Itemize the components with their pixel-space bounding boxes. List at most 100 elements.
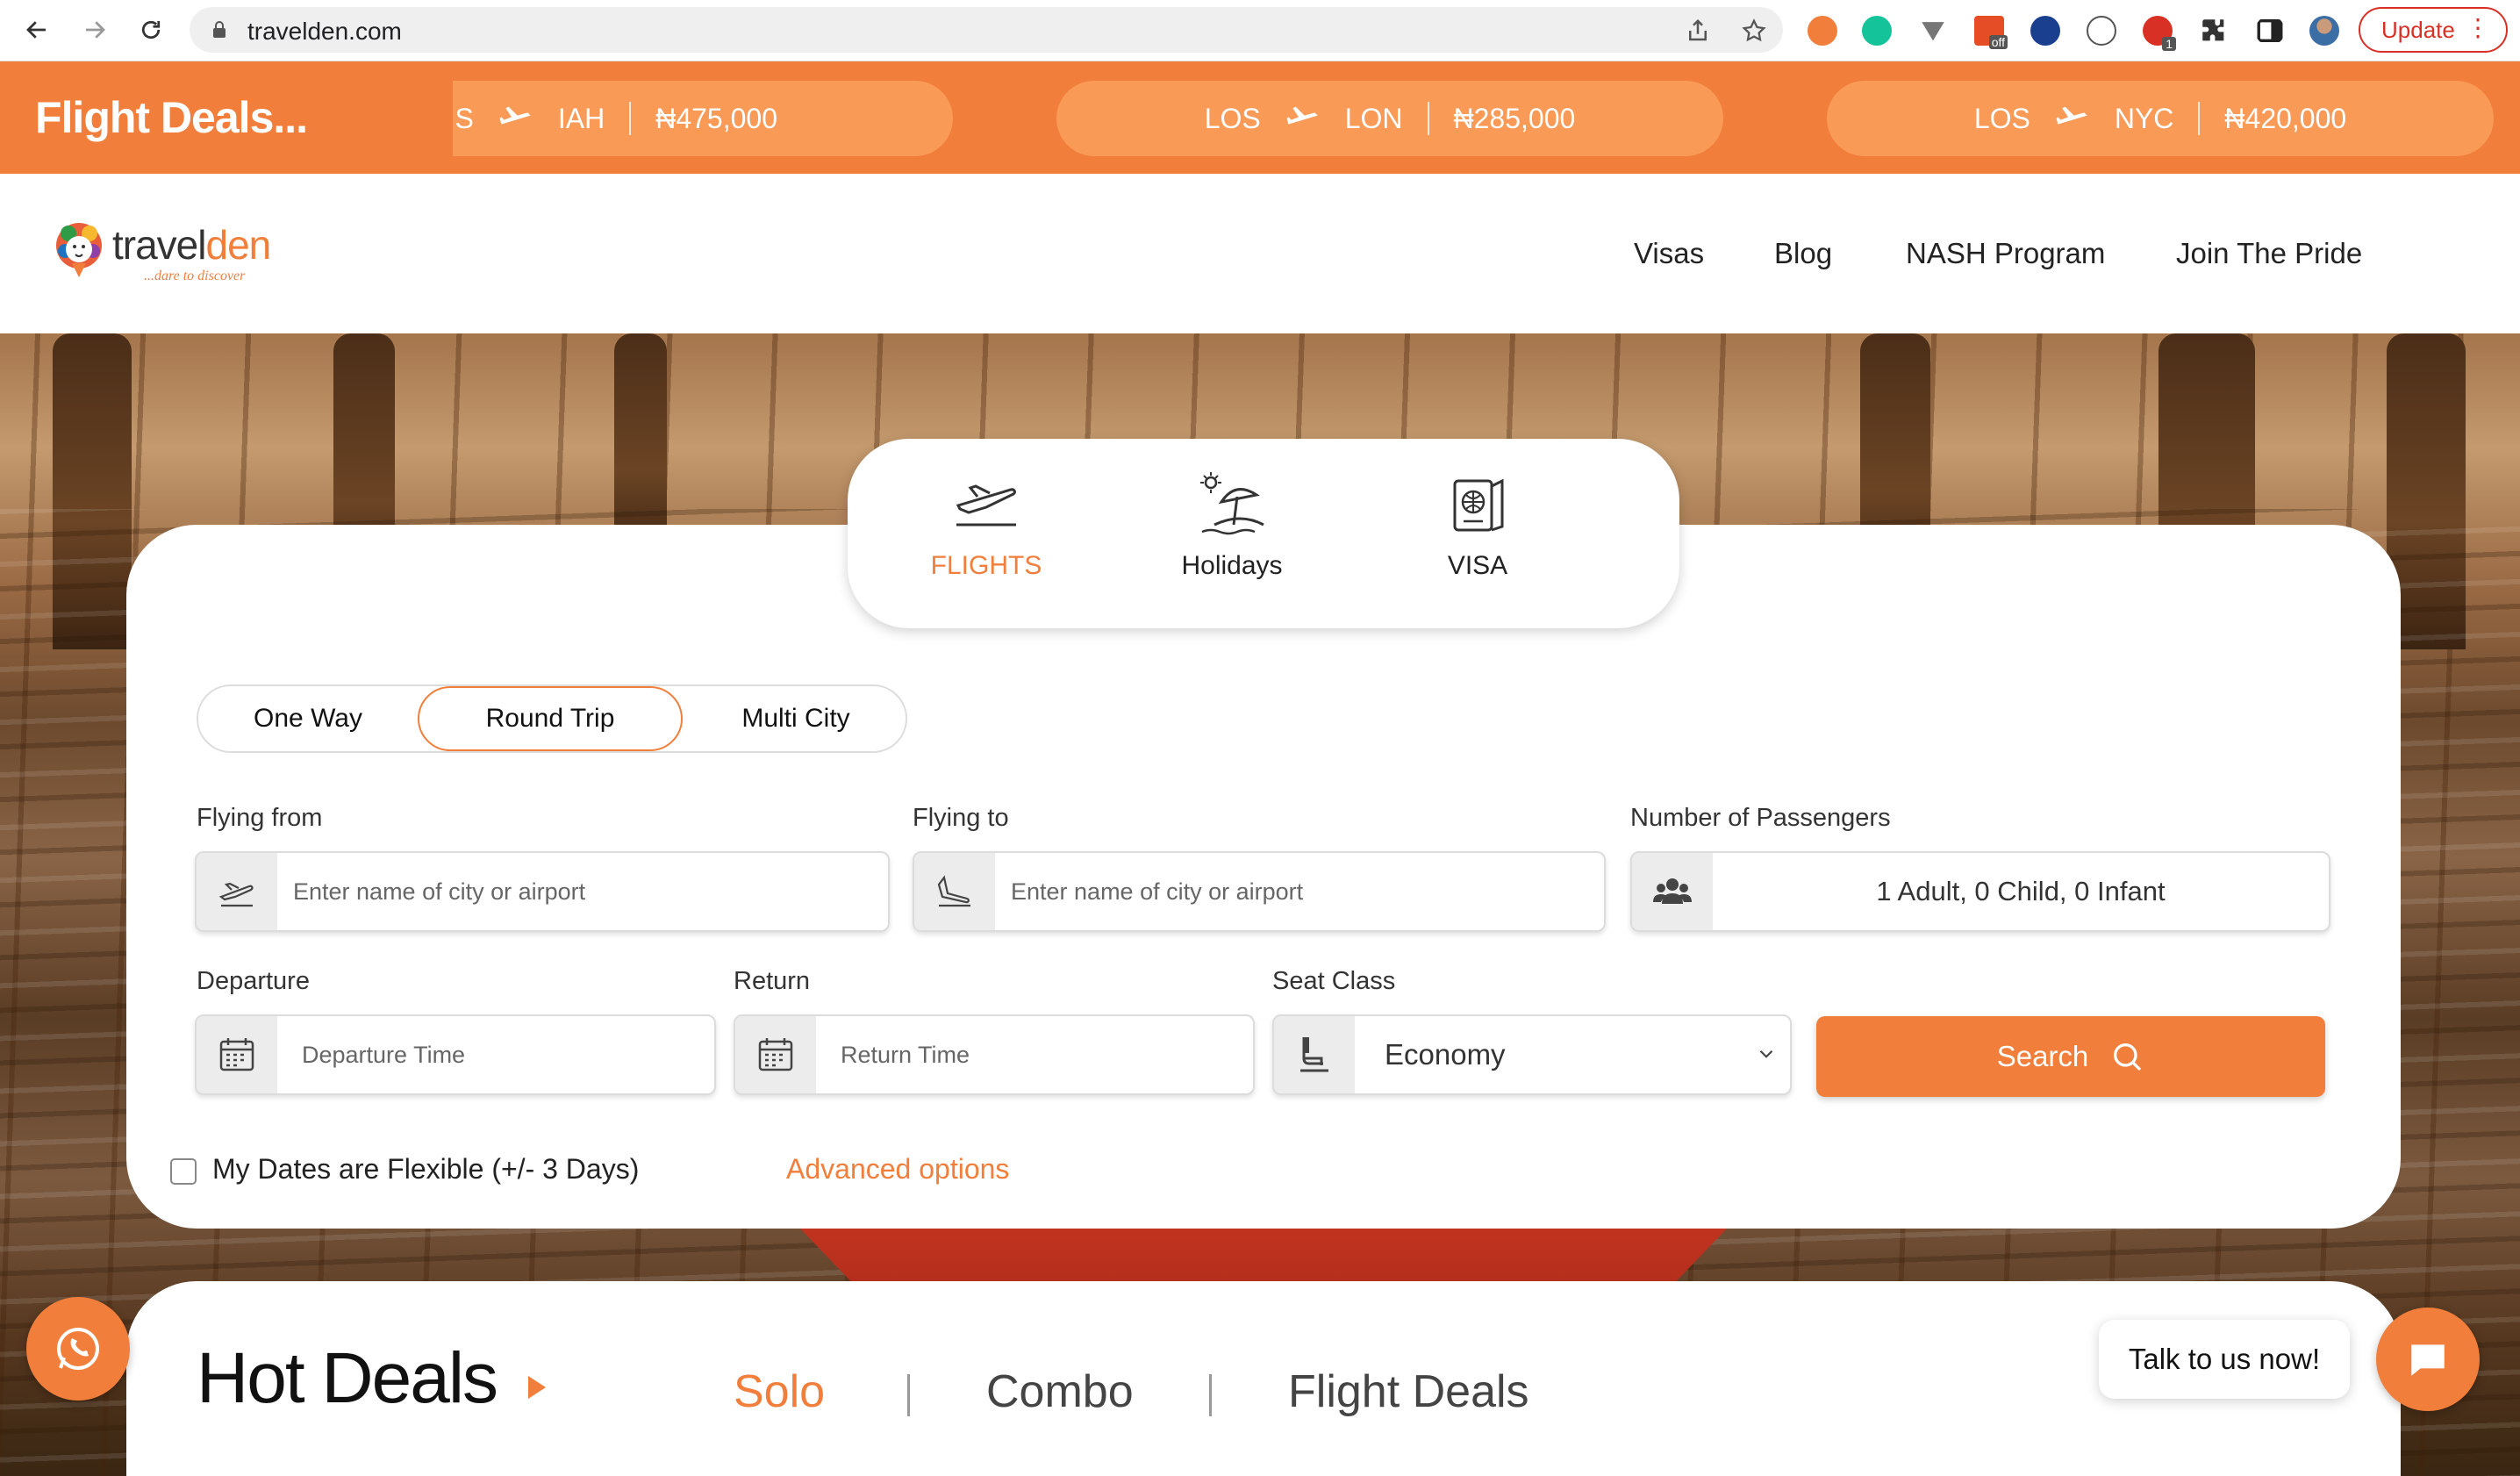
airplane-icon (499, 106, 531, 125)
flying-from-input[interactable] (293, 853, 879, 930)
passengers-label: Number of Passengers (1630, 804, 1891, 832)
tab-visa-label: VISA (1447, 551, 1508, 580)
tab-holidays[interactable]: Holidays (1135, 470, 1328, 602)
tab-visa[interactable]: VISA (1381, 470, 1574, 602)
lock-icon (213, 21, 226, 38)
beach-umbrella-icon (1200, 472, 1264, 535)
airplane-arrival-icon (937, 875, 970, 907)
nav-link-nash-program[interactable]: NASH Program (1906, 237, 2105, 270)
trip-one-way[interactable]: One Way (198, 686, 418, 751)
forward-button[interactable] (77, 12, 112, 47)
flying-from-label: Flying from (197, 804, 323, 832)
back-button[interactable] (19, 12, 54, 47)
flying-to-label: Flying to (913, 804, 1009, 832)
deal-separator (2198, 102, 2201, 135)
passengers-field[interactable]: 1 Adult, 0 Child, 0 Infant (1630, 851, 2330, 932)
hot-deals-tab-flight-deals[interactable]: Flight Deals (1288, 1365, 1529, 1418)
update-label: Update (2381, 16, 2455, 43)
share-icon[interactable] (1685, 18, 1711, 44)
side-panel-icon[interactable] (2255, 16, 2285, 46)
seat-icon (1300, 1037, 1328, 1072)
hot-deals-title: Hot Deals (197, 1338, 498, 1418)
return-field (734, 1014, 1255, 1095)
more-vertical-icon: ⋮ (2466, 14, 2490, 41)
flight-deals-ticker: Flight Deals... S IAH ₦475,000 LOS LON ₦… (0, 61, 2520, 174)
hot-deals-tab-solo[interactable]: Solo (734, 1365, 825, 1418)
flying-to-field (913, 851, 1606, 932)
extension-check-icon[interactable] (2030, 16, 2060, 46)
trip-type-toggle: One Way Round Trip Multi City (197, 684, 907, 753)
search-button-label: Search (1996, 1040, 2089, 1072)
whatsapp-icon (57, 1328, 99, 1370)
deal-price: ₦420,000 (2224, 102, 2347, 134)
deal-origin: LOS (1973, 102, 2030, 134)
return-label: Return (734, 967, 811, 995)
deal-price: ₦285,000 (1453, 102, 1576, 134)
reload-button[interactable] (133, 12, 168, 47)
tab-flights[interactable]: FLIGHTS (890, 470, 1083, 602)
chat-bubble-icon (2411, 1344, 2445, 1376)
deal-separator (1427, 102, 1429, 135)
return-addon (735, 1016, 816, 1093)
seat-class-value: Economy (1385, 1038, 1506, 1071)
seat-class-select[interactable]: Economy (1272, 1014, 1792, 1095)
extension-adblock-badge: 1 (2162, 37, 2176, 51)
airplane-departure-icon (218, 882, 254, 907)
bookmark-star-icon[interactable] (1741, 18, 1767, 44)
flying-from-addon (197, 853, 277, 930)
extension-adblock-icon[interactable]: 1 (2143, 16, 2176, 51)
nav-link-visas[interactable]: Visas (1634, 237, 1704, 270)
nav-link-blog[interactable]: Blog (1774, 237, 1832, 270)
search-icon (2114, 1043, 2142, 1071)
passengers-addon (1632, 853, 1713, 930)
advanced-options-link[interactable]: Advanced options (786, 1153, 1009, 1186)
seat-class-addon (1274, 1016, 1355, 1093)
flexible-dates-checkbox[interactable] (170, 1158, 197, 1185)
talk-to-us-bubble[interactable]: Talk to us now! (2099, 1320, 2350, 1399)
ticker-title: Flight Deals... (35, 93, 308, 142)
extension-off-badge: off (1988, 35, 2008, 49)
airplane-takeoff-icon (956, 484, 1016, 527)
departure-label: Departure (197, 967, 310, 995)
deal-separator (629, 102, 632, 135)
calendar-icon (219, 1038, 254, 1071)
deal-destination: NYC (2114, 102, 2174, 134)
extension-lifebuoy-icon[interactable] (1808, 16, 1837, 46)
site-header: travelden ...dare to discover Visas Blog… (0, 174, 2520, 333)
service-tabs: FLIGHTS Holidays VISA (848, 439, 1679, 628)
browser-toolbar: travelden.com off 1 Update ⋮ (0, 0, 2520, 61)
tab-holidays-label: Holidays (1181, 551, 1283, 580)
trip-round-trip[interactable]: Round Trip (418, 686, 683, 751)
airplane-icon (1286, 106, 1318, 125)
departure-addon (197, 1016, 277, 1093)
deal-destination: LON (1344, 102, 1403, 134)
arrow-right-icon (86, 21, 105, 39)
return-input[interactable] (841, 1016, 1253, 1093)
hot-deals-tab-combo[interactable]: Combo (986, 1365, 1134, 1418)
deal-pill-2[interactable]: LOS LON ₦285,000 (1056, 81, 1723, 156)
whatsapp-button[interactable] (26, 1297, 130, 1401)
deal-pill-3[interactable]: LOS NYC ₦420,000 (1827, 81, 2494, 156)
update-button[interactable]: Update ⋮ (2359, 7, 2508, 53)
passengers-value: 1 Adult, 0 Child, 0 Infant (1876, 876, 2166, 906)
trip-multi-city[interactable]: Multi City (686, 686, 906, 751)
flying-to-addon (914, 853, 995, 930)
departure-input[interactable] (302, 1016, 714, 1093)
flying-to-input[interactable] (1011, 853, 1595, 930)
profile-avatar[interactable] (2309, 16, 2339, 46)
extension-vimium-icon[interactable] (1918, 16, 1948, 46)
extension-off-icon[interactable]: off (1974, 16, 2008, 49)
extensions-puzzle-icon[interactable] (2199, 16, 2229, 46)
deal-origin: LOS (1204, 102, 1261, 134)
nav-link-join-the-pride[interactable]: Join The Pride (2176, 237, 2362, 270)
hot-deals-separator (1209, 1374, 1212, 1416)
extension-code-icon[interactable] (2087, 16, 2116, 46)
chat-button[interactable] (2376, 1308, 2480, 1411)
ticker-title-box: Flight Deals... (0, 61, 453, 174)
deal-destination: IAH (557, 102, 605, 134)
reload-icon (141, 20, 161, 39)
address-bar[interactable]: travelden.com (190, 7, 1783, 53)
extension-grammarly-icon[interactable] (1862, 16, 1892, 46)
search-button[interactable]: Search (1816, 1016, 2325, 1097)
tab-flights-label: FLIGHTS (930, 551, 1042, 580)
